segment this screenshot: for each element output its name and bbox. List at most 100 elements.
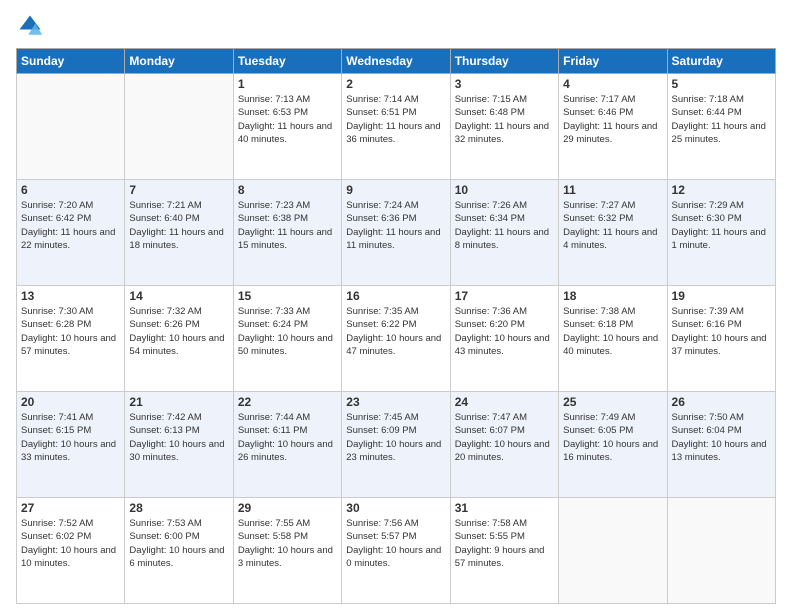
day-info: Sunrise: 7:42 AMSunset: 6:13 PMDaylight:… (129, 411, 228, 464)
calendar-cell: 17 Sunrise: 7:36 AMSunset: 6:20 PMDayligh… (450, 286, 558, 392)
col-tuesday: Tuesday (233, 49, 341, 74)
calendar-cell: 31 Sunrise: 7:58 AMSunset: 5:55 PMDayligh… (450, 498, 558, 604)
day-info: Sunrise: 7:49 AMSunset: 6:05 PMDaylight:… (563, 411, 662, 464)
logo-icon (16, 12, 44, 40)
calendar-cell: 25 Sunrise: 7:49 AMSunset: 6:05 PMDayligh… (559, 392, 667, 498)
day-info: Sunrise: 7:50 AMSunset: 6:04 PMDaylight:… (672, 411, 771, 464)
calendar-cell: 9 Sunrise: 7:24 AMSunset: 6:36 PMDaylight… (342, 180, 450, 286)
calendar-cell: 22 Sunrise: 7:44 AMSunset: 6:11 PMDayligh… (233, 392, 341, 498)
calendar-cell: 16 Sunrise: 7:35 AMSunset: 6:22 PMDayligh… (342, 286, 450, 392)
day-number: 14 (129, 289, 228, 303)
calendar-cell: 11Sunrise: 7:27 AMSunset: 6:32 PMDayligh… (559, 180, 667, 286)
col-wednesday: Wednesday (342, 49, 450, 74)
day-number: 26 (672, 395, 771, 409)
day-number: 27 (21, 501, 120, 515)
col-saturday: Saturday (667, 49, 775, 74)
day-info: Sunrise: 7:52 AMSunset: 6:02 PMDaylight:… (21, 517, 120, 570)
page: Sunday Monday Tuesday Wednesday Thursday… (0, 0, 792, 612)
day-info: Sunrise: 7:45 AMSunset: 6:09 PMDaylight:… (346, 411, 445, 464)
calendar-cell: 12 Sunrise: 7:29 AMSunset: 6:30 PMDayligh… (667, 180, 775, 286)
calendar-cell: 21 Sunrise: 7:42 AMSunset: 6:13 PMDayligh… (125, 392, 233, 498)
week-row: 20 Sunrise: 7:41 AMSunset: 6:15 PMDayligh… (17, 392, 776, 498)
calendar-cell: 26 Sunrise: 7:50 AMSunset: 6:04 PMDayligh… (667, 392, 775, 498)
calendar-cell: 18Sunrise: 7:38 AMSunset: 6:18 PMDayligh… (559, 286, 667, 392)
week-row: 1 Sunrise: 7:13 AMSunset: 6:53 PMDaylight… (17, 74, 776, 180)
day-info: Sunrise: 7:23 AMSunset: 6:38 PMDaylight:… (238, 199, 337, 252)
day-number: 29 (238, 501, 337, 515)
day-number: 21 (129, 395, 228, 409)
day-number: 12 (672, 183, 771, 197)
day-number: 9 (346, 183, 445, 197)
calendar-cell: 30 Sunrise: 7:56 AMSunset: 5:57 PMDayligh… (342, 498, 450, 604)
calendar-cell: 14 Sunrise: 7:32 AMSunset: 6:26 PMDayligh… (125, 286, 233, 392)
calendar-cell: 28 Sunrise: 7:53 AMSunset: 6:00 PMDayligh… (125, 498, 233, 604)
day-info: Sunrise: 7:58 AMSunset: 5:55 PMDaylight:… (455, 517, 554, 570)
day-info: Sunrise: 7:18 AMSunset: 6:44 PMDaylight:… (672, 93, 771, 146)
day-info: Sunrise: 7:35 AMSunset: 6:22 PMDaylight:… (346, 305, 445, 358)
col-sunday: Sunday (17, 49, 125, 74)
calendar-cell: 7 Sunrise: 7:21 AMSunset: 6:40 PMDaylight… (125, 180, 233, 286)
calendar-table: Sunday Monday Tuesday Wednesday Thursday… (16, 48, 776, 604)
day-number: 20 (21, 395, 120, 409)
day-number: 30 (346, 501, 445, 515)
week-row: 6Sunrise: 7:20 AMSunset: 6:42 PMDaylight… (17, 180, 776, 286)
calendar-cell: 27 Sunrise: 7:52 AMSunset: 6:02 PMDayligh… (17, 498, 125, 604)
calendar-cell: 13 Sunrise: 7:30 AMSunset: 6:28 PMDayligh… (17, 286, 125, 392)
day-info: Sunrise: 7:36 AMSunset: 6:20 PMDaylight:… (455, 305, 554, 358)
col-thursday: Thursday (450, 49, 558, 74)
day-number: 23 (346, 395, 445, 409)
day-number: 10 (455, 183, 554, 197)
day-number: 25 (563, 395, 662, 409)
day-info: Sunrise: 7:27 AMSunset: 6:32 PMDaylight:… (563, 199, 662, 252)
day-info: Sunrise: 7:47 AMSunset: 6:07 PMDaylight:… (455, 411, 554, 464)
day-info: Sunrise: 7:13 AMSunset: 6:53 PMDaylight:… (238, 93, 337, 146)
calendar-cell: 20 Sunrise: 7:41 AMSunset: 6:15 PMDayligh… (17, 392, 125, 498)
day-number: 31 (455, 501, 554, 515)
calendar-cell: 23 Sunrise: 7:45 AMSunset: 6:09 PMDayligh… (342, 392, 450, 498)
day-info: Sunrise: 7:32 AMSunset: 6:26 PMDaylight:… (129, 305, 228, 358)
calendar-cell (17, 74, 125, 180)
calendar-cell: 3Sunrise: 7:15 AMSunset: 6:48 PMDaylight… (450, 74, 558, 180)
day-number: 28 (129, 501, 228, 515)
day-info: Sunrise: 7:44 AMSunset: 6:11 PMDaylight:… (238, 411, 337, 464)
day-info: Sunrise: 7:56 AMSunset: 5:57 PMDaylight:… (346, 517, 445, 570)
calendar-cell: 15Sunrise: 7:33 AMSunset: 6:24 PMDayligh… (233, 286, 341, 392)
day-info: Sunrise: 7:41 AMSunset: 6:15 PMDaylight:… (21, 411, 120, 464)
day-info: Sunrise: 7:30 AMSunset: 6:28 PMDaylight:… (21, 305, 120, 358)
day-number: 6 (21, 183, 120, 197)
col-friday: Friday (559, 49, 667, 74)
day-number: 19 (672, 289, 771, 303)
day-number: 15 (238, 289, 337, 303)
day-number: 7 (129, 183, 228, 197)
day-info: Sunrise: 7:21 AMSunset: 6:40 PMDaylight:… (129, 199, 228, 252)
day-number: 22 (238, 395, 337, 409)
day-info: Sunrise: 7:39 AMSunset: 6:16 PMDaylight:… (672, 305, 771, 358)
calendar-cell (667, 498, 775, 604)
day-number: 2 (346, 77, 445, 91)
day-number: 18 (563, 289, 662, 303)
calendar-cell: 1 Sunrise: 7:13 AMSunset: 6:53 PMDaylight… (233, 74, 341, 180)
calendar-cell: 5 Sunrise: 7:18 AMSunset: 6:44 PMDaylight… (667, 74, 775, 180)
calendar-cell: 2 Sunrise: 7:14 AMSunset: 6:51 PMDaylight… (342, 74, 450, 180)
calendar-cell (559, 498, 667, 604)
day-info: Sunrise: 7:53 AMSunset: 6:00 PMDaylight:… (129, 517, 228, 570)
day-number: 17 (455, 289, 554, 303)
day-number: 5 (672, 77, 771, 91)
day-number: 1 (238, 77, 337, 91)
calendar-cell: 19 Sunrise: 7:39 AMSunset: 6:16 PMDayligh… (667, 286, 775, 392)
day-info: Sunrise: 7:14 AMSunset: 6:51 PMDaylight:… (346, 93, 445, 146)
day-number: 4 (563, 77, 662, 91)
day-info: Sunrise: 7:24 AMSunset: 6:36 PMDaylight:… (346, 199, 445, 252)
day-number: 8 (238, 183, 337, 197)
calendar-cell: 4 Sunrise: 7:17 AMSunset: 6:46 PMDaylight… (559, 74, 667, 180)
day-info: Sunrise: 7:55 AMSunset: 5:58 PMDaylight:… (238, 517, 337, 570)
header-row: Sunday Monday Tuesday Wednesday Thursday… (17, 49, 776, 74)
calendar-cell: 6Sunrise: 7:20 AMSunset: 6:42 PMDaylight… (17, 180, 125, 286)
day-info: Sunrise: 7:29 AMSunset: 6:30 PMDaylight:… (672, 199, 771, 252)
day-info: Sunrise: 7:17 AMSunset: 6:46 PMDaylight:… (563, 93, 662, 146)
day-number: 16 (346, 289, 445, 303)
calendar-cell (125, 74, 233, 180)
day-number: 13 (21, 289, 120, 303)
day-number: 24 (455, 395, 554, 409)
day-info: Sunrise: 7:15 AMSunset: 6:48 PMDaylight:… (455, 93, 554, 146)
